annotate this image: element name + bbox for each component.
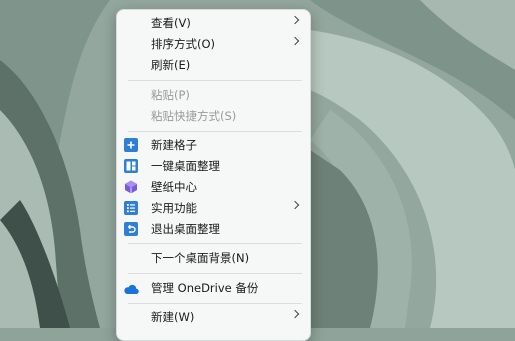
menu-item-label: 下一个桌面背景(N) xyxy=(151,251,250,265)
menu-item-view[interactable]: 查看(V) xyxy=(117,13,310,33)
menu-item-one-click-tidy[interactable]: 一键桌面整理 xyxy=(117,156,310,176)
chevron-right-icon xyxy=(290,200,300,210)
menu-item-paste: 粘贴(P) xyxy=(117,85,310,105)
menu-separator xyxy=(128,303,302,304)
menu-item-label: 退出桌面整理 xyxy=(151,222,220,236)
menu-item-label: 排序方式(O) xyxy=(151,37,216,51)
menu-separator xyxy=(128,273,302,274)
plus-square-icon xyxy=(124,138,138,152)
menu-item-next-background[interactable]: 下一个桌面背景(N) xyxy=(117,248,310,268)
menu-item-sort-by[interactable]: 排序方式(O) xyxy=(117,34,310,54)
menu-item-new[interactable]: 新建(W) xyxy=(117,307,310,327)
menu-item-new-fence[interactable]: 新建格子 xyxy=(117,135,310,155)
menu-item-paste-shortcut: 粘贴快捷方式(S) xyxy=(117,106,310,126)
menu-item-label: 实用功能 xyxy=(151,201,197,215)
menu-item-label: 粘贴(P) xyxy=(151,88,190,102)
cube-icon xyxy=(125,180,137,194)
undo-square-icon xyxy=(124,222,138,236)
chevron-right-icon xyxy=(290,36,300,46)
menu-item-label: 粘贴快捷方式(S) xyxy=(151,109,237,123)
layout-grid-icon xyxy=(124,159,138,173)
menu-item-refresh[interactable]: 刷新(E) xyxy=(117,55,310,75)
chevron-right-icon xyxy=(290,309,300,319)
menu-item-utilities[interactable]: 实用功能 xyxy=(117,198,310,218)
menu-separator xyxy=(128,131,302,132)
onedrive-cloud-icon xyxy=(124,284,139,295)
menu-item-label: 新建格子 xyxy=(151,138,197,152)
list-icon xyxy=(124,201,138,215)
menu-item-label: 一键桌面整理 xyxy=(151,159,220,173)
menu-separator xyxy=(128,243,302,244)
chevron-right-icon xyxy=(290,15,300,25)
menu-item-label: 壁纸中心 xyxy=(151,180,197,194)
menu-item-label: 新建(W) xyxy=(151,310,195,324)
menu-item-exit-tidy[interactable]: 退出桌面整理 xyxy=(117,219,310,239)
menu-item-manage-onedrive[interactable]: 管理 OneDrive 备份 xyxy=(117,278,310,298)
menu-separator xyxy=(128,80,302,81)
menu-item-label: 管理 OneDrive 备份 xyxy=(151,281,259,295)
menu-item-label: 查看(V) xyxy=(151,16,191,30)
menu-item-wallpaper-center[interactable]: 壁纸中心 xyxy=(117,177,310,197)
menu-item-label: 刷新(E) xyxy=(151,58,191,72)
desktop-context-menu: 查看(V) 排序方式(O) 刷新(E) 粘贴(P) 粘贴快捷方式(S) 新建格子… xyxy=(116,9,311,341)
